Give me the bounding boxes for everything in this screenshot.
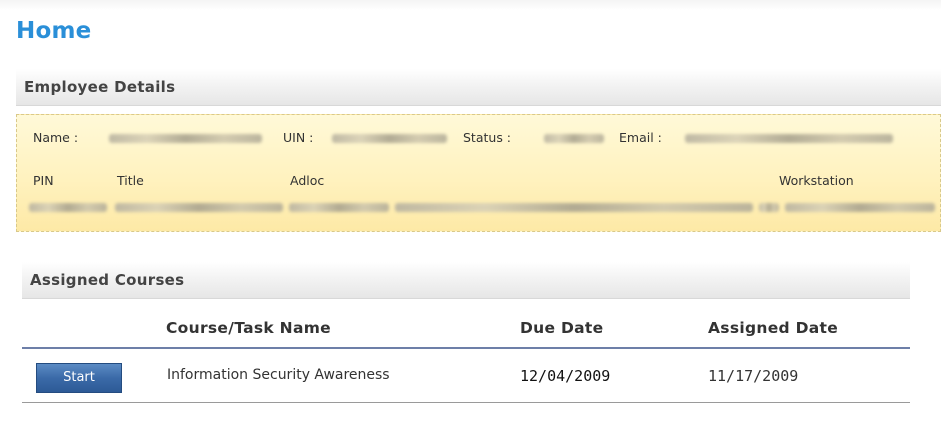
course-name-cell: Information Security Awareness bbox=[167, 367, 390, 383]
column-header-course: Course/Task Name bbox=[166, 319, 331, 337]
adloc-value-redacted bbox=[289, 203, 389, 212]
assigned-courses-heading: Assigned Courses bbox=[30, 271, 185, 289]
title-label: Title bbox=[117, 173, 144, 188]
code-value-redacted bbox=[759, 203, 779, 212]
page: Home Employee Details Name : UIN : Statu… bbox=[0, 0, 941, 440]
status-value-redacted bbox=[544, 134, 604, 143]
employee-details-header: Employee Details bbox=[16, 69, 941, 106]
adloc-label: Adloc bbox=[290, 173, 325, 188]
column-header-due-date: Due Date bbox=[520, 319, 604, 337]
uin-value-redacted bbox=[332, 134, 447, 143]
uin-label: UIN : bbox=[283, 130, 314, 145]
workstation-value-redacted bbox=[785, 203, 935, 212]
page-title: Home bbox=[16, 18, 92, 44]
status-label: Status : bbox=[463, 130, 512, 145]
name-label: Name : bbox=[33, 130, 79, 145]
email-label: Email : bbox=[619, 130, 662, 145]
table-header-rule bbox=[22, 347, 910, 349]
pin-label: PIN bbox=[33, 173, 54, 188]
column-header-assigned-date: Assigned Date bbox=[708, 319, 839, 337]
start-course-button[interactable]: Start bbox=[36, 363, 122, 393]
assigned-date-cell: 11/17/2009 bbox=[708, 367, 799, 385]
employee-details-panel: Name : UIN : Status : Email : PIN Title … bbox=[16, 114, 941, 232]
workstation-label: Workstation bbox=[779, 173, 854, 188]
assigned-courses-header: Assigned Courses bbox=[22, 262, 910, 299]
table-row-rule bbox=[22, 402, 910, 403]
name-value-redacted bbox=[109, 134, 262, 143]
email-value-redacted bbox=[685, 134, 893, 143]
employee-details-heading: Employee Details bbox=[24, 78, 176, 96]
top-shade bbox=[0, 0, 941, 10]
pin-value-redacted bbox=[29, 203, 107, 212]
due-date-cell: 12/04/2009 bbox=[520, 367, 611, 385]
adloc-detail-redacted bbox=[395, 203, 753, 212]
title-value-redacted bbox=[115, 203, 283, 212]
